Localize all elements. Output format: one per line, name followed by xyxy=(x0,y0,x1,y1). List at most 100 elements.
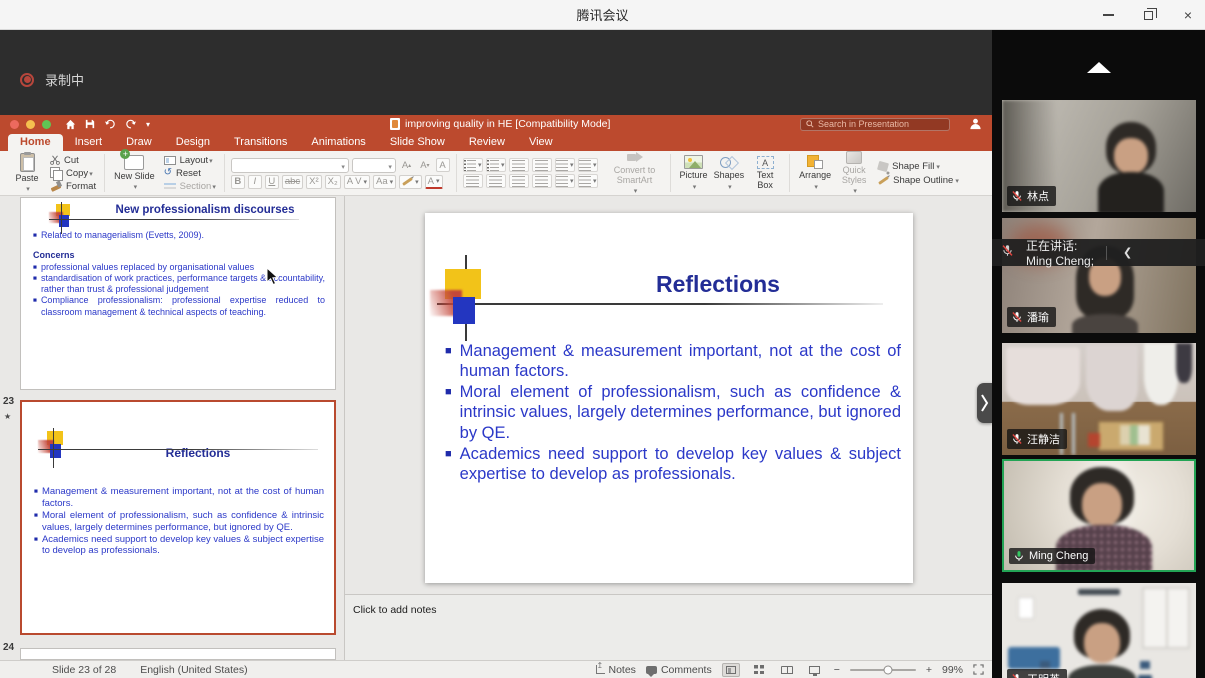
copy-button[interactable]: Copy xyxy=(48,167,98,179)
font-color-button[interactable]: A xyxy=(425,175,443,189)
close-icon[interactable]: × xyxy=(1179,6,1197,24)
zoom-traffic-icon[interactable] xyxy=(42,120,51,129)
zoom-level-label[interactable]: 99% xyxy=(942,664,963,676)
layout-button[interactable]: Layout xyxy=(162,154,218,166)
align-center-button[interactable] xyxy=(486,174,506,188)
home-icon[interactable] xyxy=(65,119,76,130)
collapse-triangle-icon[interactable] xyxy=(1087,62,1111,73)
normal-view-button[interactable] xyxy=(722,663,740,677)
shapes-button[interactable]: Shapes xyxy=(711,154,748,191)
tab-draw[interactable]: Draw xyxy=(114,134,164,151)
justify-button[interactable] xyxy=(532,174,552,188)
undo-icon[interactable] xyxy=(104,119,116,129)
quick-styles-button[interactable]: Quick Styles xyxy=(834,150,874,196)
current-slide[interactable]: Reflections ■Management & measurement im… xyxy=(425,213,913,583)
textbox-button[interactable]: Text Box xyxy=(747,155,783,191)
slideshow-button[interactable] xyxy=(806,663,824,677)
shape-outline-button[interactable]: Shape Outline xyxy=(878,175,959,186)
align-left-button[interactable] xyxy=(463,174,483,188)
align-right-button[interactable] xyxy=(509,174,529,188)
notes-toggle[interactable]: Notes xyxy=(596,664,636,676)
shrink-font-button[interactable]: A xyxy=(417,158,432,172)
thumbnail-slide-22[interactable]: New professionalism discourses ■Related … xyxy=(20,197,336,390)
slide-sorter-button[interactable] xyxy=(750,663,768,677)
tab-transitions[interactable]: Transitions xyxy=(222,134,299,151)
minimize-icon[interactable] xyxy=(1099,6,1117,24)
align-right-icon xyxy=(512,176,525,187)
cut-button[interactable]: Cut xyxy=(48,154,98,166)
reset-button[interactable]: ↺ Reset xyxy=(162,167,218,179)
tab-insert[interactable]: Insert xyxy=(63,134,115,151)
video-tile-participant-3[interactable]: 汪静洁 xyxy=(1002,343,1196,455)
slides-group: New Slide Layout ↺ Reset Se xyxy=(105,154,225,192)
highlight-color-button[interactable] xyxy=(399,175,422,189)
strikethrough-button[interactable]: abc xyxy=(282,175,303,189)
new-slide-button[interactable]: New Slide xyxy=(111,154,158,192)
italic-button[interactable]: I xyxy=(248,175,262,189)
font-size-combo[interactable] xyxy=(352,158,396,173)
recording-indicator[interactable]: 录制中 xyxy=(20,70,84,89)
grow-font-button[interactable]: A xyxy=(399,158,414,172)
superscript-button[interactable]: X² xyxy=(306,175,322,189)
close-traffic-icon[interactable] xyxy=(10,120,19,129)
zoom-out-button[interactable]: − xyxy=(834,664,840,676)
slide-body: ■Management & measurement important, not… xyxy=(445,341,901,485)
notes-pane[interactable]: Click to add notes xyxy=(345,594,992,660)
tab-review[interactable]: Review xyxy=(457,134,517,151)
video-tile-participant-2[interactable]: 潘瑜 xyxy=(1002,218,1196,333)
decrease-indent-button[interactable] xyxy=(509,158,529,172)
zoom-in-button[interactable]: + xyxy=(926,664,932,676)
reading-view-button[interactable] xyxy=(778,663,796,677)
search-input[interactable] xyxy=(818,119,944,129)
shape-fill-button[interactable]: Shape Fill xyxy=(878,161,959,172)
format-painter-button[interactable]: Format xyxy=(48,180,98,192)
tab-design[interactable]: Design xyxy=(164,134,222,151)
change-case-button[interactable]: Aa xyxy=(373,175,396,189)
picture-button[interactable]: Picture xyxy=(677,154,711,191)
thumbnail-slide-23-selected[interactable]: Reflections ■Management & measurement im… xyxy=(20,400,336,635)
minimize-traffic-icon[interactable] xyxy=(26,120,35,129)
arrange-button[interactable]: Arrange xyxy=(796,154,834,191)
font-group: A A A B I U abc X² X₂ A V Aa xyxy=(225,154,457,192)
video-tile-participant-4-speaking[interactable]: Ming Cheng xyxy=(1002,459,1196,572)
bold-button[interactable]: B xyxy=(231,175,245,189)
tab-slideshow[interactable]: Slide Show xyxy=(378,134,457,151)
increase-indent-button[interactable] xyxy=(532,158,552,172)
clear-formatting-button[interactable]: A xyxy=(436,158,450,172)
section-button[interactable]: Section xyxy=(162,180,218,192)
numbering-button[interactable] xyxy=(486,158,506,172)
language-label[interactable]: English (United States) xyxy=(140,664,247,676)
banner-back-arrow-icon[interactable]: ❮ xyxy=(1119,246,1205,259)
fit-to-window-icon[interactable] xyxy=(973,664,984,675)
presentation-search[interactable] xyxy=(800,118,950,131)
bullets-button[interactable] xyxy=(463,158,483,172)
redo-icon[interactable] xyxy=(125,119,137,129)
text-direction-button[interactable] xyxy=(555,174,575,188)
video-tile-participant-1[interactable]: 林点 xyxy=(1002,100,1196,212)
tab-animations[interactable]: Animations xyxy=(299,134,377,151)
comments-toggle[interactable]: Comments xyxy=(646,664,712,676)
subscript-button[interactable]: X₂ xyxy=(325,175,341,189)
save-icon[interactable] xyxy=(85,119,95,129)
restore-icon[interactable] xyxy=(1139,6,1157,24)
tab-view[interactable]: View xyxy=(517,134,565,151)
thumbnail-slide-24[interactable] xyxy=(20,648,336,660)
underline-button[interactable]: U xyxy=(265,175,279,189)
character-spacing-button[interactable]: A V xyxy=(344,175,370,189)
line-spacing-button[interactable] xyxy=(555,158,575,172)
slide-canvas[interactable]: Reflections ■Management & measurement im… xyxy=(345,196,992,594)
align-center-icon xyxy=(489,176,502,187)
zoom-slider[interactable] xyxy=(850,669,916,671)
zoom-slider-handle[interactable] xyxy=(884,665,893,674)
columns-button[interactable] xyxy=(578,158,598,172)
align-text-button[interactable] xyxy=(578,174,598,188)
font-name-combo[interactable] xyxy=(231,158,349,173)
logo-blue-square xyxy=(453,297,475,324)
convert-smartart-button[interactable]: Convert to SmartArt xyxy=(606,150,664,196)
paste-button[interactable]: Paste xyxy=(10,152,44,194)
account-icon[interactable] xyxy=(969,117,982,130)
expand-chevron-icon[interactable] xyxy=(977,383,992,423)
video-tile-participant-5[interactable]: 王明英 xyxy=(1002,583,1196,678)
qa-customize-caret-icon[interactable]: ▾ xyxy=(146,120,150,129)
tab-home[interactable]: Home xyxy=(8,134,63,151)
